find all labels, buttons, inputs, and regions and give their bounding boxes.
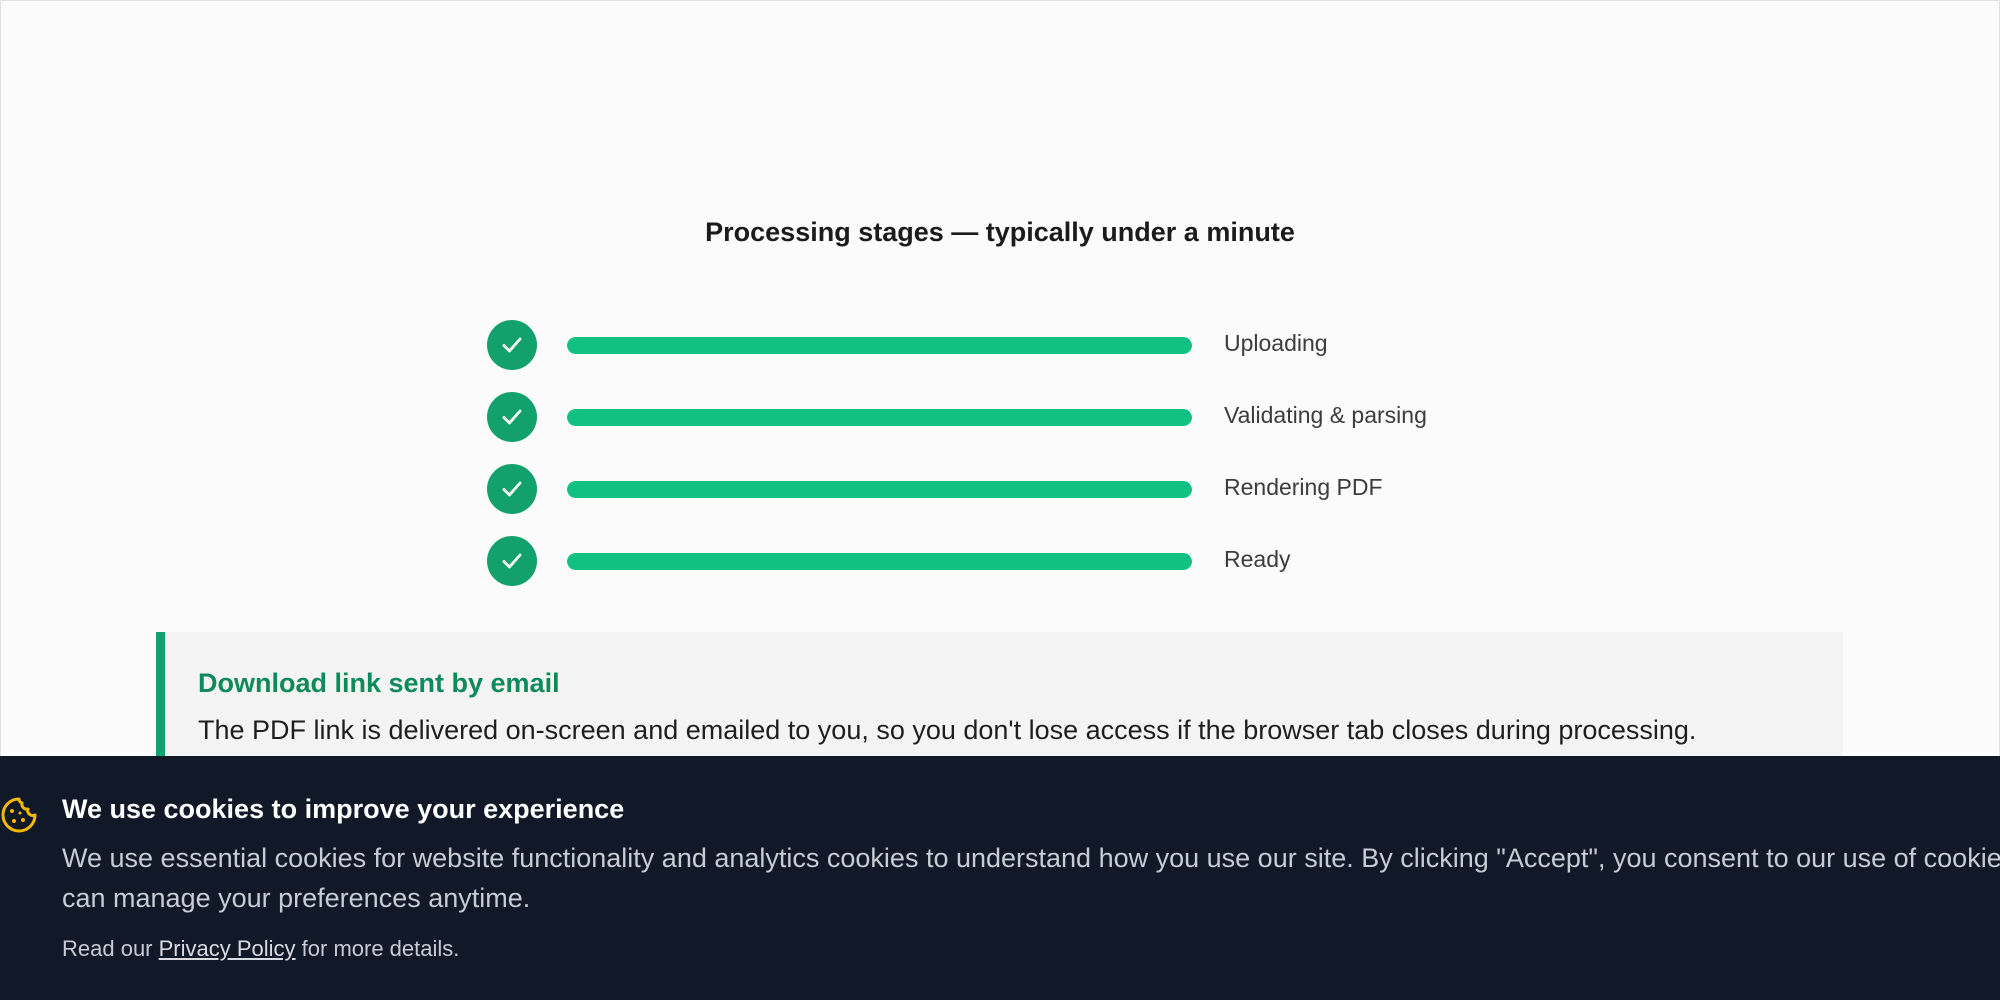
privacy-suffix: for more details. [295, 936, 460, 961]
stage-label: Ready [1224, 546, 1291, 572]
privacy-policy-link[interactable]: Privacy Policy [159, 936, 296, 961]
progress-fill [567, 409, 1192, 426]
cookie-body: We use essential cookies for website fun… [62, 843, 2000, 913]
stage-label: Validating & parsing [1224, 402, 1427, 428]
check-icon [487, 392, 537, 442]
privacy-note: Read our Privacy Policy for more details… [62, 936, 459, 962]
email-callout: Download link sent by email The PDF link… [156, 632, 1843, 762]
callout-title: Download link sent by email [198, 668, 560, 698]
progress-fill [567, 481, 1192, 498]
stage-ready: Ready [487, 536, 1587, 586]
progress-fill [567, 553, 1192, 570]
progress-bar [567, 481, 1192, 498]
cookie-banner: We use cookies to improve your experienc… [0, 756, 2000, 1000]
progress-bar [567, 409, 1192, 426]
cookie-icon [0, 796, 38, 834]
check-icon [487, 464, 537, 514]
stage-label: Rendering PDF [1224, 474, 1383, 500]
check-icon [487, 320, 537, 370]
progress-bar [567, 337, 1192, 354]
cookie-title: We use cookies to improve your experienc… [62, 794, 625, 824]
stages-heading: Processing stages — typically under a mi… [705, 217, 1295, 247]
progress-fill [567, 337, 1192, 354]
privacy-prefix: Read our [62, 936, 159, 961]
check-icon [487, 536, 537, 586]
progress-bar [567, 553, 1192, 570]
stage-rendering: Rendering PDF [487, 464, 1587, 514]
stage-label: Uploading [1224, 330, 1328, 356]
callout-body: The PDF link is delivered on-screen and … [198, 715, 1697, 745]
stage-validating: Validating & parsing [487, 392, 1587, 442]
stage-uploading: Uploading [487, 320, 1587, 370]
